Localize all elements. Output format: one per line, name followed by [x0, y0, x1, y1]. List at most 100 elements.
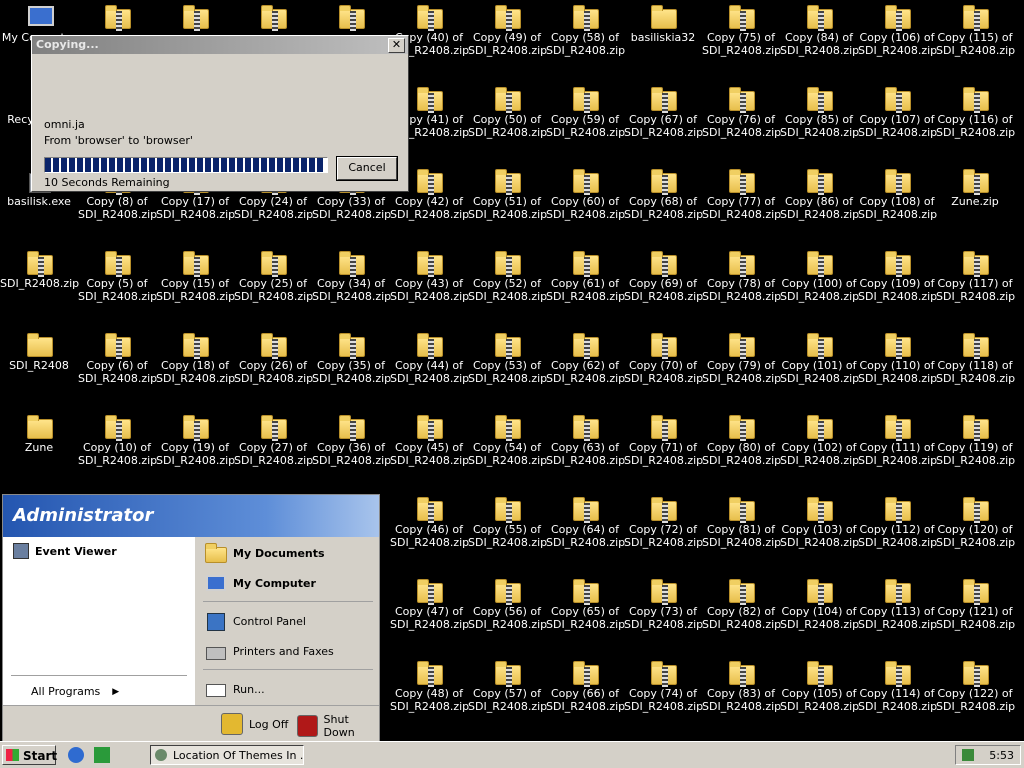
desktop-icon[interactable]: Copy (78) of SDI_R2408.zip: [702, 249, 781, 303]
desktop-icon[interactable]: Copy (117) of SDI_R2408.zip: [936, 249, 1015, 303]
desktop-icon[interactable]: Copy (68) of SDI_R2408.zip: [624, 167, 703, 221]
desktop-icon[interactable]: Copy (62) of SDI_R2408.zip: [546, 331, 625, 385]
desktop-icon[interactable]: Copy (118) of SDI_R2408.zip: [936, 331, 1015, 385]
desktop-icon[interactable]: Copy (85) of SDI_R2408.zip: [780, 85, 859, 139]
desktop-icon[interactable]: Copy (56) of SDI_R2408.zip: [468, 577, 547, 631]
desktop-icon[interactable]: [78, 3, 156, 31]
desktop-icon[interactable]: [156, 3, 234, 31]
desktop-icon[interactable]: Copy (110) of SDI_R2408.zip: [858, 331, 937, 385]
desktop-icon[interactable]: SDI_R2408: [0, 331, 78, 372]
desktop-icon[interactable]: Copy (48) of SDI_R2408.zip: [390, 659, 469, 713]
close-icon[interactable]: ✕: [388, 38, 405, 53]
all-programs-button[interactable]: All Programs ▶: [31, 685, 119, 698]
desktop-icon[interactable]: Copy (121) of SDI_R2408.zip: [936, 577, 1015, 631]
desktop-icon[interactable]: Copy (69) of SDI_R2408.zip: [624, 249, 703, 303]
start-item-printers-faxes[interactable]: Printers and Faxes: [205, 641, 334, 661]
desktop-icon[interactable]: Copy (18) of SDI_R2408.zip: [156, 331, 235, 385]
desktop-icon[interactable]: Copy (51) of SDI_R2408.zip: [468, 167, 547, 221]
desktop-icon[interactable]: Zune: [0, 413, 78, 454]
desktop-icon[interactable]: Copy (86) of SDI_R2408.zip: [780, 167, 859, 221]
desktop-icon[interactable]: Copy (112) of SDI_R2408.zip: [858, 495, 937, 549]
desktop-icon[interactable]: Copy (5) of SDI_R2408.zip: [78, 249, 157, 303]
start-button[interactable]: Start: [2, 745, 57, 765]
desktop-icon[interactable]: Copy (61) of SDI_R2408.zip: [546, 249, 625, 303]
desktop-icon[interactable]: Copy (100) of SDI_R2408.zip: [780, 249, 859, 303]
desktop-icon[interactable]: Copy (54) of SDI_R2408.zip: [468, 413, 547, 467]
desktop-icon[interactable]: Copy (71) of SDI_R2408.zip: [624, 413, 703, 467]
desktop-icon[interactable]: Copy (73) of SDI_R2408.zip: [624, 577, 703, 631]
desktop-icon[interactable]: Copy (105) of SDI_R2408.zip: [780, 659, 859, 713]
desktop-icon[interactable]: Copy (82) of SDI_R2408.zip: [702, 577, 781, 631]
desktop-icon[interactable]: Copy (122) of SDI_R2408.zip: [936, 659, 1015, 713]
desktop-icon[interactable]: Copy (107) of SDI_R2408.zip: [858, 85, 937, 139]
desktop-icon[interactable]: Copy (70) of SDI_R2408.zip: [624, 331, 703, 385]
desktop-icon[interactable]: Copy (72) of SDI_R2408.zip: [624, 495, 703, 549]
desktop-icon[interactable]: Copy (59) of SDI_R2408.zip: [546, 85, 625, 139]
quick-launch-icon[interactable]: [94, 747, 110, 763]
desktop-icon[interactable]: Zune.zip: [936, 167, 1014, 208]
desktop-icon[interactable]: Copy (120) of SDI_R2408.zip: [936, 495, 1015, 549]
desktop-icon[interactable]: Copy (102) of SDI_R2408.zip: [780, 413, 859, 467]
taskbar-item-location-of-themes[interactable]: Location Of Themes In ...: [150, 745, 304, 765]
internet-explorer-icon[interactable]: [68, 747, 84, 763]
cancel-button[interactable]: Cancel: [336, 156, 398, 181]
desktop-icon[interactable]: Copy (79) of SDI_R2408.zip: [702, 331, 781, 385]
desktop-icon[interactable]: Copy (65) of SDI_R2408.zip: [546, 577, 625, 631]
start-item-my-computer[interactable]: My Computer: [205, 573, 316, 593]
desktop-icon[interactable]: Copy (49) of SDI_R2408.zip: [468, 3, 547, 57]
desktop-icon[interactable]: Copy (67) of SDI_R2408.zip: [624, 85, 703, 139]
desktop-icon[interactable]: Copy (53) of SDI_R2408.zip: [468, 331, 547, 385]
desktop-icon[interactable]: Copy (103) of SDI_R2408.zip: [780, 495, 859, 549]
desktop-icon[interactable]: Copy (106) of SDI_R2408.zip: [858, 3, 937, 57]
desktop-icon[interactable]: Copy (83) of SDI_R2408.zip: [702, 659, 781, 713]
desktop-icon[interactable]: Copy (66) of SDI_R2408.zip: [546, 659, 625, 713]
desktop-icon[interactable]: Copy (113) of SDI_R2408.zip: [858, 577, 937, 631]
desktop-icon[interactable]: Copy (74) of SDI_R2408.zip: [624, 659, 703, 713]
desktop-icon[interactable]: Copy (101) of SDI_R2408.zip: [780, 331, 859, 385]
desktop-icon[interactable]: Copy (76) of SDI_R2408.zip: [702, 85, 781, 139]
shut-down-button[interactable]: Shut Down: [297, 713, 379, 739]
desktop-icon[interactable]: SDI_R2408.zip: [0, 249, 79, 290]
desktop-icon[interactable]: Copy (34) of SDI_R2408.zip: [312, 249, 391, 303]
start-item-control-panel[interactable]: Control Panel: [205, 611, 306, 631]
log-off-button[interactable]: Log Off: [221, 713, 288, 735]
desktop-icon[interactable]: Copy (35) of SDI_R2408.zip: [312, 331, 391, 385]
desktop-icon[interactable]: Copy (26) of SDI_R2408.zip: [234, 331, 313, 385]
tray-icon[interactable]: [962, 749, 974, 761]
start-item-my-documents[interactable]: My Documents: [205, 543, 325, 563]
desktop-icon[interactable]: Copy (63) of SDI_R2408.zip: [546, 413, 625, 467]
start-item-run[interactable]: Run...: [205, 679, 265, 699]
desktop-icon[interactable]: Copy (57) of SDI_R2408.zip: [468, 659, 547, 713]
desktop-icon[interactable]: Copy (84) of SDI_R2408.zip: [780, 3, 859, 57]
desktop-icon[interactable]: [234, 3, 312, 31]
desktop-icon[interactable]: Copy (108) of SDI_R2408.zip: [858, 167, 937, 221]
desktop-icon[interactable]: Copy (43) of SDI_R2408.zip: [390, 249, 469, 303]
desktop-icon[interactable]: [312, 3, 390, 31]
desktop-icon[interactable]: Copy (25) of SDI_R2408.zip: [234, 249, 313, 303]
desktop-icon[interactable]: Copy (109) of SDI_R2408.zip: [858, 249, 937, 303]
desktop-icon[interactable]: Copy (114) of SDI_R2408.zip: [858, 659, 937, 713]
start-item-event-viewer[interactable]: Event Viewer: [13, 543, 117, 559]
desktop-icon[interactable]: Copy (104) of SDI_R2408.zip: [780, 577, 859, 631]
desktop-icon[interactable]: Copy (47) of SDI_R2408.zip: [390, 577, 469, 631]
desktop-icon[interactable]: Copy (55) of SDI_R2408.zip: [468, 495, 547, 549]
desktop-icon[interactable]: Copy (50) of SDI_R2408.zip: [468, 85, 547, 139]
desktop-icon[interactable]: Copy (15) of SDI_R2408.zip: [156, 249, 235, 303]
desktop-icon[interactable]: Copy (60) of SDI_R2408.zip: [546, 167, 625, 221]
desktop-icon[interactable]: Copy (111) of SDI_R2408.zip: [858, 413, 937, 467]
desktop-icon[interactable]: Copy (52) of SDI_R2408.zip: [468, 249, 547, 303]
desktop-icon[interactable]: Copy (119) of SDI_R2408.zip: [936, 413, 1015, 467]
desktop-icon[interactable]: Copy (27) of SDI_R2408.zip: [234, 413, 313, 467]
dialog-title-bar[interactable]: Copying...: [32, 36, 408, 54]
desktop-icon[interactable]: Copy (10) of SDI_R2408.zip: [78, 413, 157, 467]
desktop-icon[interactable]: Copy (115) of SDI_R2408.zip: [936, 3, 1015, 57]
desktop-icon[interactable]: Copy (46) of SDI_R2408.zip: [390, 495, 469, 549]
desktop-icon[interactable]: Copy (116) of SDI_R2408.zip: [936, 85, 1015, 139]
desktop-icon[interactable]: Copy (19) of SDI_R2408.zip: [156, 413, 235, 467]
desktop-icon[interactable]: Copy (44) of SDI_R2408.zip: [390, 331, 469, 385]
desktop-icon[interactable]: Copy (81) of SDI_R2408.zip: [702, 495, 781, 549]
desktop-icon[interactable]: Copy (80) of SDI_R2408.zip: [702, 413, 781, 467]
desktop-icon[interactable]: Copy (36) of SDI_R2408.zip: [312, 413, 391, 467]
desktop-icon[interactable]: Copy (77) of SDI_R2408.zip: [702, 167, 781, 221]
desktop-icon[interactable]: Copy (45) of SDI_R2408.zip: [390, 413, 469, 467]
